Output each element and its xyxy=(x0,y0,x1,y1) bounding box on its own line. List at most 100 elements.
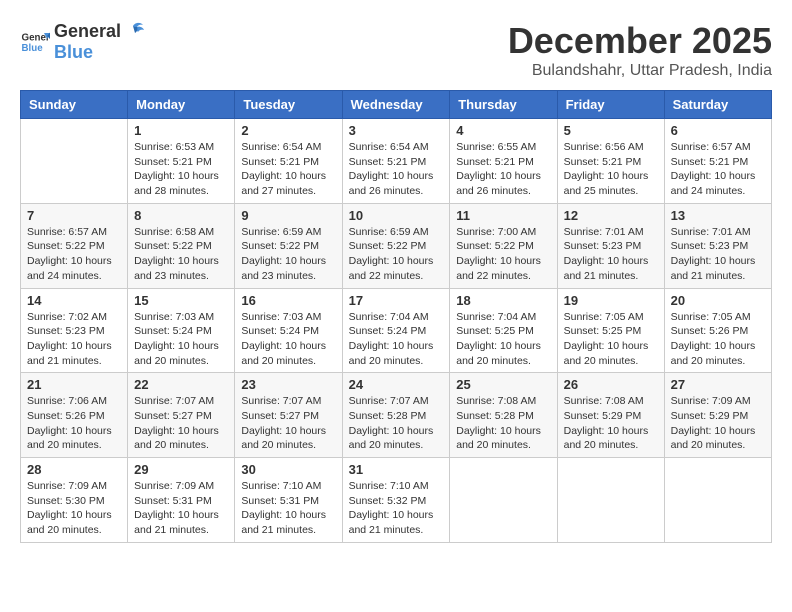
day-number: 18 xyxy=(456,293,550,308)
calendar-header-saturday: Saturday xyxy=(664,91,771,119)
day-info: Sunrise: 7:04 AM Sunset: 5:25 PM Dayligh… xyxy=(456,310,550,369)
calendar-cell xyxy=(21,119,128,204)
location-title: Bulandshahr, Uttar Pradesh, India xyxy=(508,62,772,80)
calendar-header-thursday: Thursday xyxy=(450,91,557,119)
day-number: 23 xyxy=(241,377,335,392)
day-number: 10 xyxy=(349,208,444,223)
day-info: Sunrise: 6:53 AM Sunset: 5:21 PM Dayligh… xyxy=(134,140,228,199)
day-info: Sunrise: 7:01 AM Sunset: 5:23 PM Dayligh… xyxy=(671,225,765,284)
day-info: Sunrise: 7:08 AM Sunset: 5:28 PM Dayligh… xyxy=(456,394,550,453)
calendar-header-tuesday: Tuesday xyxy=(235,91,342,119)
calendar-cell: 13Sunrise: 7:01 AM Sunset: 5:23 PM Dayli… xyxy=(664,203,771,288)
day-info: Sunrise: 7:07 AM Sunset: 5:27 PM Dayligh… xyxy=(241,394,335,453)
calendar-cell: 12 Sunrise: 7:01 AM Sunset: 5:23 PM Dayli… xyxy=(557,203,664,288)
day-number: 11 xyxy=(456,208,550,223)
calendar-cell: 20 Sunrise: 7:05 AM Sunset: 5:26 PM Dayli… xyxy=(664,288,771,373)
calendar-table: SundayMondayTuesdayWednesdayThursdayFrid… xyxy=(20,90,772,543)
day-number: 21 xyxy=(27,377,121,392)
day-number: 12 xyxy=(564,208,658,223)
day-number: 24 xyxy=(349,377,444,392)
calendar-cell: 10 Sunrise: 6:59 AM Sunset: 5:22 PM Dayli… xyxy=(342,203,450,288)
calendar-cell xyxy=(557,458,664,543)
day-info: Sunrise: 6:58 AM Sunset: 5:22 PM Dayligh… xyxy=(134,225,228,284)
logo-general: General xyxy=(54,21,121,42)
day-info: Sunrise: 7:07 AM Sunset: 5:27 PM Dayligh… xyxy=(134,394,228,453)
day-number: 4 xyxy=(456,123,550,138)
title-area: December 2025 Bulandshahr, Uttar Pradesh… xyxy=(508,20,772,80)
day-info: Sunrise: 7:02 AM Sunset: 5:23 PM Dayligh… xyxy=(27,310,121,369)
calendar-cell: 1 Sunrise: 6:53 AM Sunset: 5:21 PM Daylig… xyxy=(128,119,235,204)
day-info: Sunrise: 7:01 AM Sunset: 5:23 PM Dayligh… xyxy=(564,225,658,284)
calendar-cell: 17Sunrise: 7:04 AM Sunset: 5:24 PM Dayli… xyxy=(342,288,450,373)
calendar-header-wednesday: Wednesday xyxy=(342,91,450,119)
day-number: 16 xyxy=(241,293,335,308)
day-number: 27 xyxy=(671,377,765,392)
day-number: 30 xyxy=(241,462,335,477)
day-number: 5 xyxy=(564,123,658,138)
page-header: General Blue General Blue December 2025 … xyxy=(20,20,772,80)
calendar-cell: 3Sunrise: 6:54 AM Sunset: 5:21 PM Daylig… xyxy=(342,119,450,204)
calendar-cell: 7 Sunrise: 6:57 AM Sunset: 5:22 PM Daylig… xyxy=(21,203,128,288)
day-info: Sunrise: 7:10 AM Sunset: 5:31 PM Dayligh… xyxy=(241,479,335,538)
day-info: Sunrise: 7:09 AM Sunset: 5:31 PM Dayligh… xyxy=(134,479,228,538)
svg-text:Blue: Blue xyxy=(22,43,44,54)
day-number: 1 xyxy=(134,123,228,138)
calendar-week-row: 28 Sunrise: 7:09 AM Sunset: 5:30 PM Dayli… xyxy=(21,458,772,543)
calendar-cell: 16 Sunrise: 7:03 AM Sunset: 5:24 PM Dayli… xyxy=(235,288,342,373)
calendar-cell: 9 Sunrise: 6:59 AM Sunset: 5:22 PM Daylig… xyxy=(235,203,342,288)
day-number: 15 xyxy=(134,293,228,308)
day-number: 22 xyxy=(134,377,228,392)
day-info: Sunrise: 7:03 AM Sunset: 5:24 PM Dayligh… xyxy=(241,310,335,369)
day-info: Sunrise: 6:59 AM Sunset: 5:22 PM Dayligh… xyxy=(349,225,444,284)
day-info: Sunrise: 6:55 AM Sunset: 5:21 PM Dayligh… xyxy=(456,140,550,199)
calendar-week-row: 1 Sunrise: 6:53 AM Sunset: 5:21 PM Daylig… xyxy=(21,119,772,204)
calendar-week-row: 21 Sunrise: 7:06 AM Sunset: 5:26 PM Dayli… xyxy=(21,373,772,458)
day-number: 25 xyxy=(456,377,550,392)
day-number: 26 xyxy=(564,377,658,392)
logo: General Blue General Blue xyxy=(20,20,147,63)
calendar-cell: 25 Sunrise: 7:08 AM Sunset: 5:28 PM Dayli… xyxy=(450,373,557,458)
day-info: Sunrise: 7:04 AM Sunset: 5:24 PM Dayligh… xyxy=(349,310,444,369)
calendar-cell: 26Sunrise: 7:08 AM Sunset: 5:29 PM Dayli… xyxy=(557,373,664,458)
calendar-cell: 23 Sunrise: 7:07 AM Sunset: 5:27 PM Dayli… xyxy=(235,373,342,458)
calendar-cell: 22 Sunrise: 7:07 AM Sunset: 5:27 PM Dayli… xyxy=(128,373,235,458)
day-info: Sunrise: 7:09 AM Sunset: 5:30 PM Dayligh… xyxy=(27,479,121,538)
calendar-cell: 19Sunrise: 7:05 AM Sunset: 5:25 PM Dayli… xyxy=(557,288,664,373)
logo-bird-icon xyxy=(123,20,145,42)
calendar-header-sunday: Sunday xyxy=(21,91,128,119)
calendar-cell: 15 Sunrise: 7:03 AM Sunset: 5:24 PM Dayli… xyxy=(128,288,235,373)
day-info: Sunrise: 7:05 AM Sunset: 5:26 PM Dayligh… xyxy=(671,310,765,369)
day-number: 8 xyxy=(134,208,228,223)
calendar-cell: 11 Sunrise: 7:00 AM Sunset: 5:22 PM Dayli… xyxy=(450,203,557,288)
calendar-cell: 30 Sunrise: 7:10 AM Sunset: 5:31 PM Dayli… xyxy=(235,458,342,543)
day-number: 20 xyxy=(671,293,765,308)
calendar-header-monday: Monday xyxy=(128,91,235,119)
calendar-cell: 29 Sunrise: 7:09 AM Sunset: 5:31 PM Dayli… xyxy=(128,458,235,543)
day-number: 2 xyxy=(241,123,335,138)
calendar-header-friday: Friday xyxy=(557,91,664,119)
calendar-header-row: SundayMondayTuesdayWednesdayThursdayFrid… xyxy=(21,91,772,119)
day-info: Sunrise: 6:56 AM Sunset: 5:21 PM Dayligh… xyxy=(564,140,658,199)
calendar-cell: 27 Sunrise: 7:09 AM Sunset: 5:29 PM Dayli… xyxy=(664,373,771,458)
day-info: Sunrise: 7:06 AM Sunset: 5:26 PM Dayligh… xyxy=(27,394,121,453)
day-info: Sunrise: 7:07 AM Sunset: 5:28 PM Dayligh… xyxy=(349,394,444,453)
day-number: 19 xyxy=(564,293,658,308)
day-info: Sunrise: 6:57 AM Sunset: 5:22 PM Dayligh… xyxy=(27,225,121,284)
day-info: Sunrise: 7:00 AM Sunset: 5:22 PM Dayligh… xyxy=(456,225,550,284)
day-number: 3 xyxy=(349,123,444,138)
day-number: 14 xyxy=(27,293,121,308)
calendar-cell xyxy=(450,458,557,543)
calendar-cell xyxy=(664,458,771,543)
day-info: Sunrise: 7:03 AM Sunset: 5:24 PM Dayligh… xyxy=(134,310,228,369)
calendar-cell: 6Sunrise: 6:57 AM Sunset: 5:21 PM Daylig… xyxy=(664,119,771,204)
day-info: Sunrise: 6:59 AM Sunset: 5:22 PM Dayligh… xyxy=(241,225,335,284)
day-number: 31 xyxy=(349,462,444,477)
logo-blue: Blue xyxy=(54,42,93,62)
day-number: 7 xyxy=(27,208,121,223)
day-number: 9 xyxy=(241,208,335,223)
calendar-cell: 28 Sunrise: 7:09 AM Sunset: 5:30 PM Dayli… xyxy=(21,458,128,543)
day-number: 28 xyxy=(27,462,121,477)
day-number: 29 xyxy=(134,462,228,477)
day-info: Sunrise: 7:09 AM Sunset: 5:29 PM Dayligh… xyxy=(671,394,765,453)
calendar-week-row: 14 Sunrise: 7:02 AM Sunset: 5:23 PM Dayli… xyxy=(21,288,772,373)
